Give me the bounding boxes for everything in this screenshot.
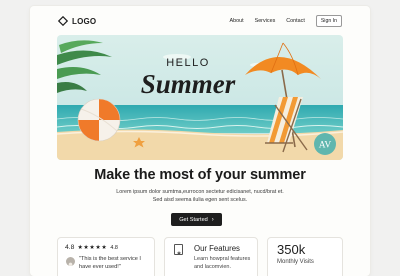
top-nav: LOGO About Services Contact Sign In <box>30 6 370 36</box>
subtext-line-2: Sed aisd seema ilulia egen sent scelus. <box>152 197 248 203</box>
subtext-line-1: Lorem ipsum dolor sumtma,eurrocon sectet… <box>116 189 284 195</box>
rating-row: 4.8 ★★★★★ 4.8 <box>65 244 118 251</box>
features-description: Learn howpral features and lacomvien. <box>194 256 251 270</box>
document-icon <box>174 244 183 256</box>
get-started-button[interactable]: Get Started › <box>171 213 222 226</box>
stat-value: 350k <box>277 242 306 257</box>
stat-label: Monthly Visits <box>277 259 314 265</box>
nav-link-about[interactable]: About <box>230 18 244 24</box>
avatar <box>66 257 75 266</box>
features-title: Our Features <box>194 244 240 253</box>
rating-score-small: 4.8 <box>110 244 118 251</box>
hero-title-hello: HELLO <box>166 57 210 69</box>
rating-card: 4.8 ★★★★★ 4.8 "This is the best service … <box>57 237 155 276</box>
features-card: Our Features Learn howpral features and … <box>164 237 258 276</box>
beach-ball <box>77 98 121 142</box>
get-started-label: Get Started <box>179 216 208 223</box>
hero-banner: HELLO Summer AV <box>57 35 343 160</box>
stats-card: 350k Monthly Visits <box>267 237 343 276</box>
star-rating-icon: ★★★★★ <box>77 245 108 251</box>
sign-in-button[interactable]: Sign In <box>315 15 342 27</box>
diamond-logo-icon <box>58 16 68 26</box>
nav-link-services[interactable]: Services <box>255 18 276 24</box>
user-avatar-icon <box>68 262 73 266</box>
page-headline: Make the most of your summer <box>94 167 306 183</box>
nav-link-contact[interactable]: Contact <box>286 18 305 24</box>
testimonial-quote: "This is the best service I have ever us… <box>79 256 141 270</box>
badge-text: AV <box>319 141 332 151</box>
rating-score: 4.8 <box>65 244 75 251</box>
page-card: LOGO About Services Contact Sign In HELL… <box>30 6 370 276</box>
hero-title-summer: Summer <box>141 69 236 99</box>
nav-links: About Services Contact Sign In <box>230 15 342 27</box>
logo-text: LOGO <box>72 16 97 26</box>
beach-illustration: HELLO Summer AV <box>57 35 343 160</box>
chevron-right-icon: › <box>211 216 214 223</box>
logo[interactable]: LOGO <box>58 16 96 26</box>
